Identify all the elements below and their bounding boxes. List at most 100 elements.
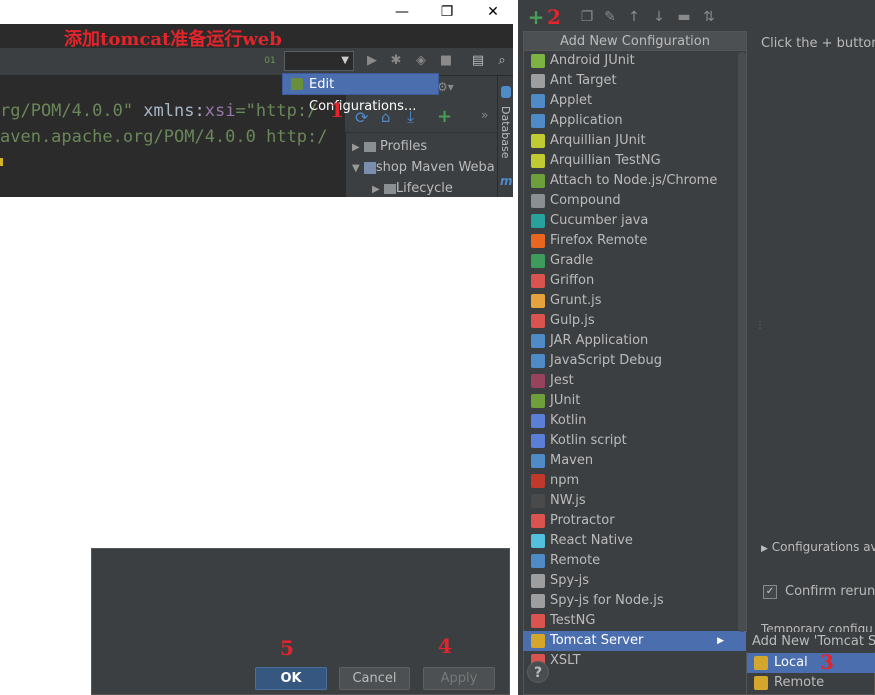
javascript-debug-icon <box>531 354 545 368</box>
edit-config-icon <box>291 78 303 90</box>
add-config-item-label: Arquillian JUnit <box>550 133 646 148</box>
folder-icon[interactable]: ▬ <box>675 8 693 26</box>
arrow-up-icon[interactable]: ↑ <box>625 8 643 26</box>
add-config-item-gulp-js[interactable]: Gulp.js <box>523 311 746 331</box>
add-icon[interactable]: + <box>437 106 452 127</box>
run-icon[interactable]: ▶ <box>364 53 380 69</box>
add-config-item-gradle[interactable]: Gradle <box>523 251 746 271</box>
code-token: xsi <box>204 101 236 121</box>
edit-configurations-label: Edit Configurations... <box>309 77 417 114</box>
add-config-item-kotlin[interactable]: Kotlin <box>523 411 746 431</box>
gradle-icon <box>531 254 545 268</box>
edit-configurations-item[interactable]: Edit Configurations... <box>282 73 439 114</box>
folder-icon <box>363 141 376 152</box>
menu-scrollbar[interactable] <box>738 52 746 632</box>
kotlin-icon <box>531 414 545 428</box>
add-config-item-junit[interactable]: JUnit <box>523 391 746 411</box>
settings-icon[interactable]: ⚙▾ <box>437 80 454 94</box>
submenu-arrow-icon: ▶ <box>717 636 724 646</box>
search-icon[interactable]: ⌕ <box>494 53 510 69</box>
add-config-item-remote[interactable]: Remote <box>523 551 746 571</box>
remote-icon <box>531 554 545 568</box>
tree-item[interactable]: ▶ Profiles <box>352 139 427 154</box>
add-config-item-spy-js[interactable]: Spy-js <box>523 571 746 591</box>
splitter-handle[interactable]: ⋮ <box>755 320 765 331</box>
stop-icon[interactable]: ■ <box>438 53 454 69</box>
add-config-item-kotlin-script[interactable]: Kotlin script <box>523 431 746 451</box>
expand-arrow-icon: ▶ <box>761 544 768 554</box>
add-config-item-label: Griffon <box>550 273 595 288</box>
add-config-item-compound[interactable]: Compound <box>523 191 746 211</box>
sort-icon[interactable]: ⇅ <box>700 8 718 26</box>
add-config-item-jest[interactable]: Jest <box>523 371 746 391</box>
code-token: rg/POM/4.0.0" <box>0 101 134 121</box>
add-config-item-application[interactable]: Application <box>523 111 746 131</box>
copy-icon[interactable]: ❐ <box>578 8 596 26</box>
code-token: xmlns: <box>133 101 205 121</box>
cancel-button[interactable]: Cancel <box>339 667 410 690</box>
coverage-icon[interactable]: ◈ <box>413 53 429 69</box>
close-button[interactable]: ✕ <box>479 2 507 22</box>
configurations-available-section[interactable]: ▶ Configurations avai <box>761 540 875 554</box>
debug-icon[interactable]: ✱ <box>388 53 404 69</box>
maven-projects-icon[interactable]: m <box>500 174 513 188</box>
add-config-item-npm[interactable]: npm <box>523 471 746 491</box>
arrow-down-icon[interactable]: ↓ <box>650 8 668 26</box>
collapse-icon[interactable]: » <box>481 108 488 122</box>
binary-icon[interactable]: 01 <box>262 53 278 69</box>
ok-button[interactable]: OK <box>255 667 327 690</box>
maven-icon <box>531 454 545 468</box>
restore-button[interactable]: ❐ <box>433 2 461 22</box>
help-button[interactable]: ? <box>527 661 549 683</box>
add-config-item-cucumber-java[interactable]: Cucumber java <box>523 211 746 231</box>
tree-item[interactable]: ▼ shop Maven Weba <box>352 160 495 175</box>
add-config-icon[interactable]: + <box>527 7 545 27</box>
tomcat-local-label: Local <box>774 655 808 670</box>
attach-to-node-js-chrome-icon <box>531 174 545 188</box>
add-config-item-jar-application[interactable]: JAR Application <box>523 331 746 351</box>
project-structure-icon[interactable]: ▤ <box>470 53 486 69</box>
add-config-item-firefox-remote[interactable]: Firefox Remote <box>523 231 746 251</box>
tree-item[interactable]: ▶ Lifecycle <box>372 181 453 196</box>
add-config-item-nw-js[interactable]: NW.js <box>523 491 746 511</box>
add-config-item-label: TestNG <box>550 613 596 628</box>
add-config-menu-header: Add New Configuration <box>523 31 747 51</box>
database-side-tab[interactable]: Database m <box>497 76 514 197</box>
confirm-rerun-checkbox[interactable]: ✓ Confirm rerun w <box>763 584 875 599</box>
add-config-item-label: Kotlin <box>550 413 587 428</box>
tomcat-remote-item[interactable]: Remote <box>747 673 875 693</box>
apply-button[interactable]: Apply <box>423 667 495 690</box>
add-config-item-testng[interactable]: TestNG <box>523 611 746 631</box>
add-config-item-ant-target[interactable]: Ant Target <box>523 71 746 91</box>
tomcat-icon <box>754 676 768 690</box>
wrench-icon[interactable]: ✎ <box>601 8 619 26</box>
run-config-combo[interactable]: ▼ <box>284 51 354 71</box>
add-config-item-label: Grunt.js <box>550 293 602 308</box>
add-config-item-label: Android JUnit <box>550 53 635 68</box>
code-line: aven.apache.org/POM/4.0.0 http:/ <box>0 127 328 147</box>
add-config-item-javascript-debug[interactable]: JavaScript Debug <box>523 351 746 371</box>
add-config-item-arquillian-junit[interactable]: Arquillian JUnit <box>523 131 746 151</box>
add-config-item-label: Kotlin script <box>550 433 627 448</box>
tomcat-local-item[interactable]: Local <box>747 653 875 673</box>
code-token: ="http:/ <box>235 101 318 121</box>
add-config-item-react-native[interactable]: React Native <box>523 531 746 551</box>
add-config-item-maven[interactable]: Maven <box>523 451 746 471</box>
add-config-item-xslt[interactable]: XSLT <box>523 651 746 671</box>
expand-arrow-icon: ▶ <box>372 184 380 195</box>
add-config-item-label: Applet <box>550 93 593 108</box>
add-config-item-tomcat-server[interactable]: Tomcat Server ▶ <box>523 631 746 651</box>
add-config-item-label: Cucumber java <box>550 213 649 228</box>
add-config-item-arquillian-testng[interactable]: Arquillian TestNG <box>523 151 746 171</box>
add-config-item-grunt-js[interactable]: Grunt.js <box>523 291 746 311</box>
add-config-item-android-junit[interactable]: Android JUnit <box>523 51 746 71</box>
add-config-item-griffon[interactable]: Griffon <box>523 271 746 291</box>
add-config-item-protractor[interactable]: Protractor <box>523 511 746 531</box>
minimize-button[interactable]: — <box>388 2 416 22</box>
add-config-item-applet[interactable]: Applet <box>523 91 746 111</box>
add-config-item-attach-to-node-js-chrome[interactable]: Attach to Node.js/Chrome <box>523 171 746 191</box>
confirm-rerun-label: Confirm rerun w <box>785 584 875 599</box>
database-icon <box>501 86 511 98</box>
add-config-item-spy-js-for-node-js[interactable]: Spy-js for Node.js <box>523 591 746 611</box>
annotation-step-2: 2 <box>547 5 561 29</box>
